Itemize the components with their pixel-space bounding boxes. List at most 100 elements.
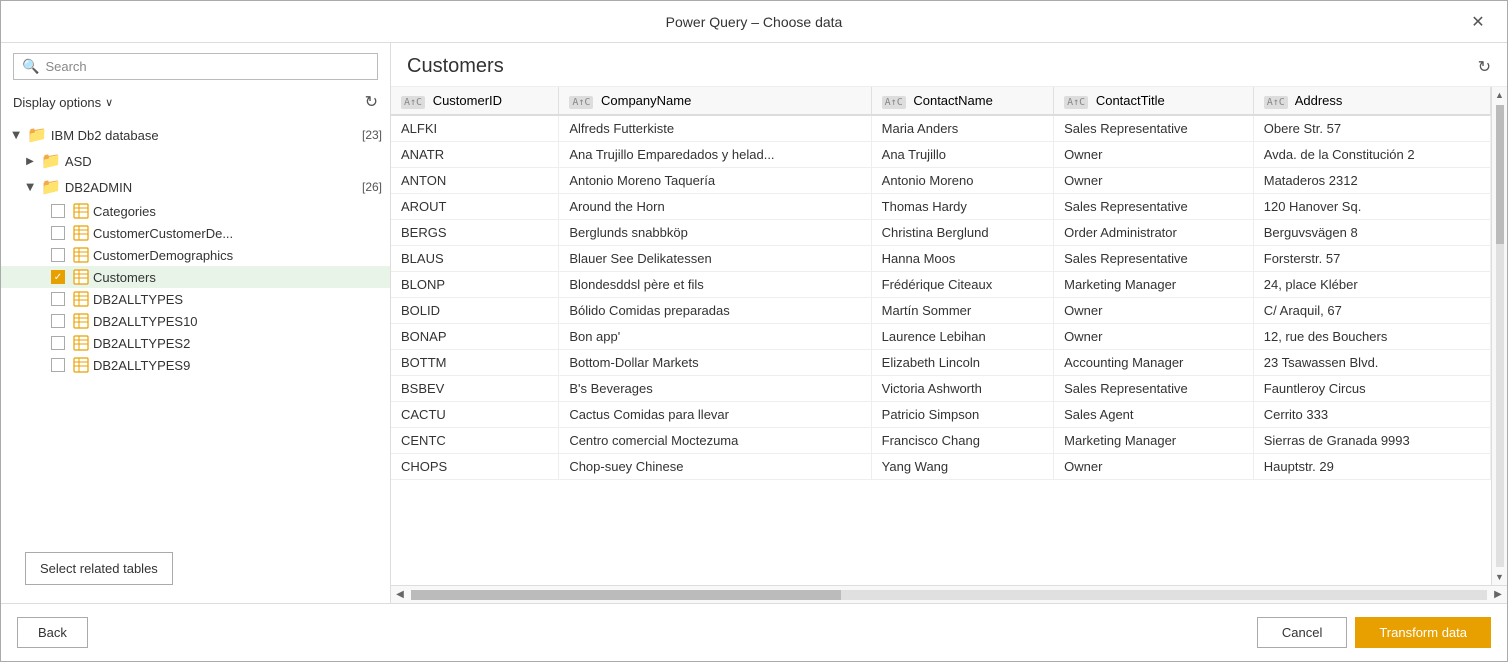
- table-cell: Forsterstr. 57: [1253, 246, 1490, 272]
- table-cell: Chop-suey Chinese: [559, 454, 871, 480]
- table-cell: Blondesddsl père et fils: [559, 272, 871, 298]
- col-name: CompanyName: [601, 93, 691, 108]
- data-grid-container[interactable]: A↑C CustomerID A↑C CompanyName A↑C: [391, 87, 1491, 585]
- table-row: AROUTAround the HornThomas HardySales Re…: [391, 194, 1491, 220]
- vertical-scrollbar[interactable]: ▲ ▼: [1491, 87, 1507, 585]
- scroll-down-arrow[interactable]: ▼: [1492, 569, 1508, 585]
- table-cell: CENTC: [391, 428, 559, 454]
- checkbox-db2alltypes10[interactable]: [51, 314, 65, 328]
- checkbox-customercustomerde[interactable]: [51, 226, 65, 240]
- table-cell: Laurence Lebihan: [871, 324, 1053, 350]
- chevron-down-icon: ∨: [105, 96, 113, 109]
- table-cell: Yang Wang: [871, 454, 1053, 480]
- tree-item-db2alltypes2[interactable]: ▶ DB2ALLTYPES2: [1, 332, 390, 354]
- col-type-indicator: A↑C: [401, 96, 425, 109]
- tree-item-label: IBM Db2 database: [51, 128, 159, 143]
- col-header-customerid[interactable]: A↑C CustomerID: [391, 87, 559, 115]
- table-row: ANTONAntonio Moreno TaqueríaAntonio More…: [391, 168, 1491, 194]
- table-row: BSBEVB's BeveragesVictoria AshworthSales…: [391, 376, 1491, 402]
- tree-item-ibm-db2[interactable]: ▶ 📁 IBM Db2 database [23]: [1, 122, 390, 148]
- tree-item-db2admin[interactable]: ▶ 📁 DB2ADMIN [26]: [1, 174, 390, 200]
- expand-arrow-asd: ▶: [23, 156, 37, 167]
- checkbox-db2alltypes9[interactable]: [51, 358, 65, 372]
- tree-item-label: DB2ADMIN: [65, 180, 132, 195]
- checkbox-categories[interactable]: [51, 204, 65, 218]
- checkbox-db2alltypes[interactable]: [51, 292, 65, 306]
- select-related-tables-button[interactable]: Select related tables: [25, 552, 173, 585]
- table-cell: Sales Representative: [1054, 246, 1254, 272]
- cancel-button[interactable]: Cancel: [1257, 617, 1347, 648]
- col-type-indicator: A↑C: [569, 96, 593, 109]
- table-cell: Bon app': [559, 324, 871, 350]
- table-cell: Sales Agent: [1054, 402, 1254, 428]
- table-icon: [73, 203, 89, 219]
- h-scroll-thumb[interactable]: [411, 590, 841, 600]
- table-cell: Antonio Moreno Taquería: [559, 168, 871, 194]
- col-name: CustomerID: [433, 93, 502, 108]
- v-scroll-thumb[interactable]: [1496, 105, 1504, 244]
- col-type-indicator: A↑C: [1264, 96, 1288, 109]
- table-cell: Bólido Comidas preparadas: [559, 298, 871, 324]
- display-options-bar: Display options ∨ ↻: [1, 88, 390, 118]
- horizontal-scrollbar[interactable]: ◀ ▶: [391, 585, 1507, 603]
- table-refresh-button[interactable]: ↻: [1478, 57, 1491, 77]
- checkbox-db2alltypes2[interactable]: [51, 336, 65, 350]
- table-cell: Fauntleroy Circus: [1253, 376, 1490, 402]
- col-header-contactname[interactable]: A↑C ContactName: [871, 87, 1053, 115]
- tree-item-db2alltypes[interactable]: ▶ DB2ALLTYPES: [1, 288, 390, 310]
- table-icon: [73, 269, 89, 285]
- table-cell: Frédérique Citeaux: [871, 272, 1053, 298]
- col-name: ContactTitle: [1096, 93, 1165, 108]
- tree-item-customers[interactable]: ▶ ✓ Customers: [1, 266, 390, 288]
- table-cell: Owner: [1054, 454, 1254, 480]
- table-cell: BOLID: [391, 298, 559, 324]
- back-button[interactable]: Back: [17, 617, 88, 648]
- table-cell: Marketing Manager: [1054, 428, 1254, 454]
- tree-item-db2alltypes9[interactable]: ▶ DB2ALLTYPES9: [1, 354, 390, 376]
- table-cell: Maria Anders: [871, 115, 1053, 142]
- tree-item-label: DB2ALLTYPES10: [93, 314, 198, 329]
- title-bar: Power Query – Choose data ✕: [1, 1, 1507, 43]
- transform-data-button[interactable]: Transform data: [1355, 617, 1491, 648]
- table-cell: Sales Representative: [1054, 115, 1254, 142]
- tree-item-db2alltypes10[interactable]: ▶ DB2ALLTYPES10: [1, 310, 390, 332]
- tree-area: ▶ 📁 IBM Db2 database [23] ▶ 📁 ASD ▶ 📁 DB…: [1, 118, 390, 534]
- scroll-up-arrow[interactable]: ▲: [1492, 87, 1508, 103]
- table-cell: Hauptstr. 29: [1253, 454, 1490, 480]
- table-cell: Elizabeth Lincoln: [871, 350, 1053, 376]
- col-header-companyname[interactable]: A↑C CompanyName: [559, 87, 871, 115]
- table-cell: C/ Araquil, 67: [1253, 298, 1490, 324]
- scroll-left-arrow[interactable]: ◀: [391, 589, 409, 600]
- table-cell: 24, place Kléber: [1253, 272, 1490, 298]
- search-input[interactable]: [45, 59, 369, 74]
- close-button[interactable]: ✕: [1465, 9, 1491, 35]
- col-name: ContactName: [913, 93, 992, 108]
- display-options-button[interactable]: Display options ∨: [13, 95, 113, 110]
- tree-item-label: DB2ALLTYPES2: [93, 336, 190, 351]
- table-cell: Martín Sommer: [871, 298, 1053, 324]
- tree-item-customerdemographics[interactable]: ▶ CustomerDemographics: [1, 244, 390, 266]
- col-header-address[interactable]: A↑C Address: [1253, 87, 1490, 115]
- table-cell: Accounting Manager: [1054, 350, 1254, 376]
- table-cell: Sierras de Granada 9993: [1253, 428, 1490, 454]
- select-related-area: Select related tables: [1, 534, 390, 603]
- right-panel: Customers ↻ A↑C CustomerID: [391, 43, 1507, 603]
- v-scroll-track[interactable]: [1496, 105, 1504, 567]
- table-cell: Alfreds Futterkiste: [559, 115, 871, 142]
- checkbox-customerdemographics[interactable]: [51, 248, 65, 262]
- left-panel-refresh-button[interactable]: ↻: [365, 92, 378, 112]
- table-cell: Around the Horn: [559, 194, 871, 220]
- table-cell: Ana Trujillo Emparedados y helad...: [559, 142, 871, 168]
- tree-item-customercustomerde[interactable]: ▶ CustomerCustomerDe...: [1, 222, 390, 244]
- h-scroll-track[interactable]: [411, 590, 1487, 600]
- checkbox-customers[interactable]: ✓: [51, 270, 65, 284]
- table-icon: [73, 247, 89, 263]
- table-cell: Order Administrator: [1054, 220, 1254, 246]
- table-icon: [73, 291, 89, 307]
- data-grid: A↑C CustomerID A↑C CompanyName A↑C: [391, 87, 1491, 480]
- table-cell: BONAP: [391, 324, 559, 350]
- scroll-right-arrow[interactable]: ▶: [1489, 589, 1507, 600]
- col-header-contacttitle[interactable]: A↑C ContactTitle: [1054, 87, 1254, 115]
- tree-item-asd[interactable]: ▶ 📁 ASD: [1, 148, 390, 174]
- tree-item-categories[interactable]: ▶ Categories: [1, 200, 390, 222]
